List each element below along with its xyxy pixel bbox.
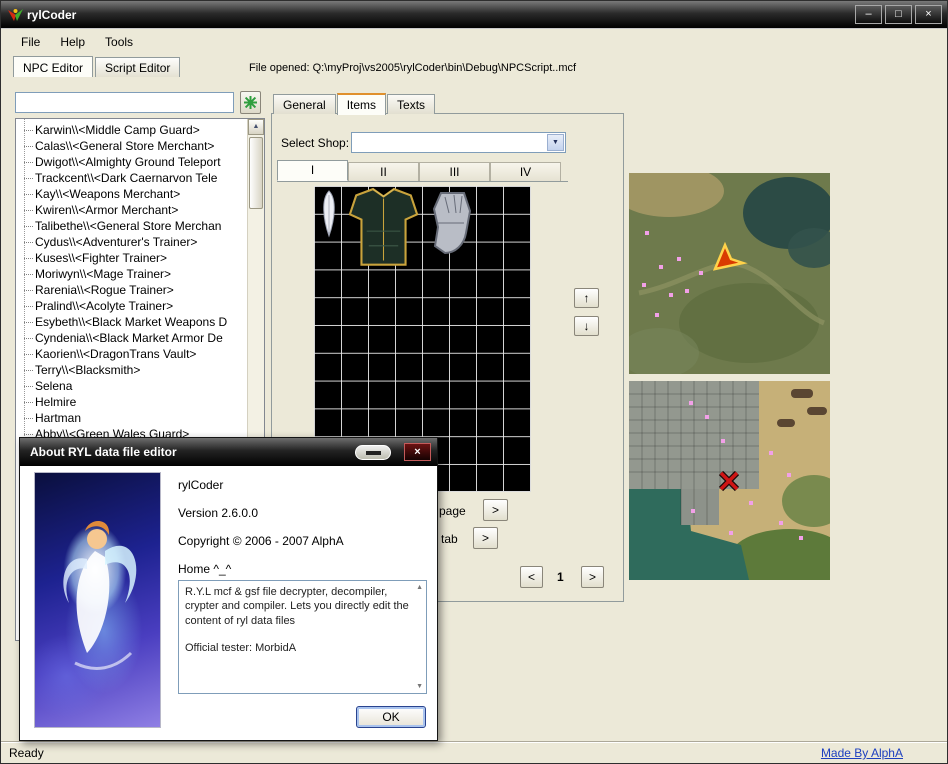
prev-page-nav-button[interactable]: < (520, 566, 543, 588)
npc-tree-item[interactable]: Rarenia\\<Rogue Trainer> (16, 282, 249, 298)
desc-scroll-down-icon[interactable]: ▼ (416, 682, 423, 691)
tab-items[interactable]: Items (337, 93, 386, 115)
next-tab-button[interactable]: > (473, 527, 498, 549)
shop-page-tabs: I II III IV (277, 160, 568, 182)
dialog-title: About RYL data file editor (30, 445, 177, 459)
app-icon (7, 7, 24, 24)
about-dialog: About RYL data file editor × rylCoder Ve… (19, 437, 438, 741)
shop-tab-1[interactable]: I (277, 160, 348, 181)
minimize-button[interactable]: – (855, 5, 882, 24)
about-artwork (34, 472, 161, 728)
npc-tree-item[interactable]: Esybeth\\<Black Market Weapons D (16, 314, 249, 330)
about-copyright: Copyright © 2006 - 2007 AlphA (178, 534, 344, 548)
ok-button[interactable]: OK (356, 706, 426, 728)
npc-tree-item[interactable]: Helmire (16, 394, 249, 410)
window-title: rylCoder (27, 8, 76, 22)
npc-tree-item[interactable]: Cydus\\<Adventurer's Trainer> (16, 234, 249, 250)
made-by-link[interactable]: Made By AlphA (821, 746, 903, 760)
close-button[interactable]: × (915, 5, 942, 24)
dialog-titlebar: About RYL data file editor × (20, 438, 437, 466)
map-detail-graphic (629, 381, 830, 580)
about-home-link[interactable]: Home ^_^ (178, 562, 231, 576)
menu-tools[interactable]: Tools (95, 32, 143, 52)
tab-npc-editor[interactable]: NPC Editor (13, 56, 93, 77)
tab-texts[interactable]: Texts (387, 94, 435, 114)
titlebar: rylCoder – □ × (1, 1, 947, 29)
npc-tree-item[interactable]: Selena (16, 378, 249, 394)
scroll-thumb[interactable] (249, 137, 263, 209)
shop-tab-2[interactable]: II (348, 162, 419, 181)
gauntlet-item-icon[interactable] (424, 189, 480, 259)
about-description-box[interactable]: R.Y.L mcf & gsf file decrypter, decompil… (178, 580, 427, 694)
npc-tree-item[interactable]: Talibethe\\<General Store Merchan (16, 218, 249, 234)
about-app-name: rylCoder (178, 478, 223, 492)
npc-tree-item[interactable]: Calas\\<General Store Merchant> (16, 138, 249, 154)
npc-tree-item[interactable]: Hartman (16, 410, 249, 426)
npc-tree-item[interactable]: Kay\\<Weapons Merchant> (16, 186, 249, 202)
angel-artwork-graphic (35, 473, 162, 729)
armor-item-icon[interactable] (344, 187, 423, 271)
file-opened-label: File opened: Q:\myProj\vs2005\rylCoder\b… (249, 62, 576, 74)
menubar: File Help Tools (1, 30, 947, 53)
npc-tree-item[interactable]: Kaorien\\<DragonTrans Vault> (16, 346, 249, 362)
feather-item-icon[interactable] (318, 189, 340, 238)
scroll-up-button[interactable]: ▲ (248, 119, 264, 135)
tab-script-editor[interactable]: Script Editor (95, 57, 180, 77)
map-detail-image[interactable] (629, 381, 830, 580)
select-shop-label: Select Shop: (281, 136, 349, 150)
status-ready-label: Ready (9, 746, 44, 760)
npc-tree-item[interactable]: Terry\\<Blacksmith> (16, 362, 249, 378)
npc-tree-item[interactable]: Dwigot\\<Almighty Ground Teleport (16, 154, 249, 170)
move-up-button[interactable]: ↑ (574, 288, 599, 308)
about-tester-text: Official tester: MorbidA (185, 641, 410, 655)
green-star-icon (244, 96, 257, 109)
main-tab-strip: NPC EditorScript Editor (13, 56, 182, 77)
desc-scroll-up-icon[interactable]: ▲ (416, 583, 423, 592)
next-page-button[interactable]: > (483, 499, 508, 521)
npc-search-input[interactable] (15, 92, 234, 113)
next-tab-label: tab (441, 532, 458, 546)
npc-tree-item[interactable]: Cyndenia\\<Black Market Armor De (16, 330, 249, 346)
next-page-label: page (439, 504, 466, 518)
shop-tab-3[interactable]: III (419, 162, 490, 181)
about-description-text: R.Y.L mcf & gsf file decrypter, decompil… (185, 585, 410, 628)
npc-tree-item[interactable]: Trackcent\\<Dark Caernarvon Tele (16, 170, 249, 186)
menu-file[interactable]: File (11, 32, 50, 52)
npc-tree-item[interactable]: Kuses\\<Fighter Trainer> (16, 250, 249, 266)
menu-help[interactable]: Help (50, 32, 95, 52)
about-version: Version 2.6.0.0 (178, 506, 258, 520)
npc-tree-item[interactable]: Kwiren\\<Armor Merchant> (16, 202, 249, 218)
npc-tree-item[interactable]: Pralind\\<Acolyte Trainer> (16, 298, 249, 314)
tab-general[interactable]: General (273, 94, 336, 114)
page-number-label: 1 (557, 570, 564, 584)
move-down-button[interactable]: ↓ (574, 316, 599, 336)
dialog-minimize-button[interactable] (355, 445, 391, 460)
npc-tree-item[interactable]: Karwin\\<Middle Camp Guard> (16, 122, 249, 138)
app-window: rylCoder – □ × File Help Tools NPC Edito… (0, 0, 948, 764)
map-overview-graphic (629, 173, 830, 374)
shop-select[interactable]: ▼ (351, 132, 566, 153)
status-bar: Ready Made By AlphA (1, 741, 947, 764)
dialog-close-button[interactable]: × (404, 443, 431, 461)
shop-tab-4[interactable]: IV (490, 162, 561, 181)
editor-tab-strip: General Items Texts (273, 93, 436, 114)
npc-tree-item[interactable]: Moriwyn\\<Mage Trainer> (16, 266, 249, 282)
maximize-button[interactable]: □ (885, 5, 912, 24)
npc-filter-button[interactable] (240, 91, 261, 114)
next-page-nav-button[interactable]: > (581, 566, 604, 588)
map-overview-image[interactable] (629, 173, 830, 374)
chevron-down-icon[interactable]: ▼ (547, 134, 564, 151)
